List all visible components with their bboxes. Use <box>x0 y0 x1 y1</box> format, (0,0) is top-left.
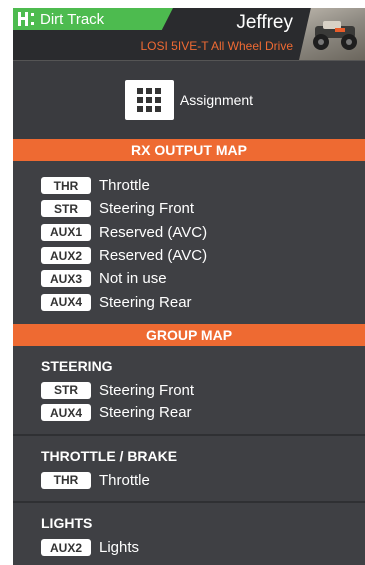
grid-icon <box>124 80 174 120</box>
group-row[interactable]: AUX2 Lights <box>41 536 365 559</box>
rx-output-map-header: RX OUTPUT MAP <box>13 139 365 161</box>
channel-label: Steering Rear <box>99 293 192 311</box>
channel-label: Steering Rear <box>99 404 192 422</box>
rx-output-row[interactable]: AUX4 Steering Rear <box>41 290 365 313</box>
channel-label: Throttle <box>99 471 150 489</box>
rx-output-row[interactable]: STR Steering Front <box>41 197 365 220</box>
rx-output-map-list: THR Throttle STR Steering Front AUX1 Res… <box>13 161 365 324</box>
group-row[interactable]: AUX4 Steering Rear <box>41 401 365 424</box>
channel-tag: AUX4 <box>41 404 91 422</box>
group-throttle-brake: THROTTLE / BRAKE THR Throttle <box>13 436 365 504</box>
channel-tag: THR <box>41 177 91 195</box>
channel-tag: AUX4 <box>41 293 91 311</box>
group-title: STEERING <box>41 357 113 374</box>
track-icon <box>18 12 34 26</box>
group-row[interactable]: STR Steering Front <box>41 379 365 402</box>
channel-tag: AUX2 <box>41 539 91 557</box>
channel-label: Steering Front <box>99 200 195 218</box>
group-map-header: GROUP MAP <box>13 323 365 346</box>
rx-output-row[interactable]: AUX1 Reserved (AVC) <box>41 221 365 244</box>
group-steering: STEERING STR Steering Front AUX4 Steerin… <box>13 346 365 436</box>
rx-output-row[interactable]: AUX2 Reserved (AVC) <box>41 244 365 267</box>
header: Dirt Track Jeffrey LOSI 5IVE-T All Wheel… <box>13 8 365 60</box>
rx-output-row[interactable]: AUX3 Not in use <box>41 267 365 290</box>
model-name[interactable]: LOSI 5IVE-T All Wheel Drive <box>141 39 294 53</box>
app-screen: Dirt Track Jeffrey LOSI 5IVE-T All Wheel… <box>13 8 365 565</box>
channel-label: Lights <box>99 539 140 557</box>
channel-tag: STR <box>41 200 91 218</box>
model-photo[interactable] <box>299 8 365 60</box>
group-title: THROTTLE / BRAKE <box>41 447 178 464</box>
track-label: Dirt Track <box>40 10 105 28</box>
channel-tag: AUX3 <box>41 270 91 288</box>
group-title: LIGHTS <box>41 515 93 532</box>
group-lights: LIGHTS AUX2 Lights <box>13 503 365 565</box>
assignment-button[interactable]: Assignment <box>124 80 254 120</box>
group-row[interactable]: THR Throttle <box>41 469 365 492</box>
channel-label: Reserved (AVC) <box>99 247 208 265</box>
vehicle-icon <box>313 21 357 50</box>
rx-output-row[interactable]: THR Throttle <box>41 174 365 197</box>
track-selector[interactable]: Dirt Track <box>13 8 173 30</box>
channel-label: Throttle <box>99 177 150 195</box>
channel-label: Reserved (AVC) <box>99 223 208 241</box>
assignment-label: Assignment <box>179 92 254 108</box>
channel-label: Steering Front <box>99 381 195 399</box>
channel-tag: AUX2 <box>41 247 91 265</box>
channel-tag: AUX1 <box>41 223 91 241</box>
channel-tag: THR <box>41 471 91 489</box>
assignment-row: Assignment <box>13 60 365 139</box>
user-name[interactable]: Jeffrey <box>236 12 293 34</box>
channel-label: Not in use <box>99 270 167 288</box>
channel-tag: STR <box>41 381 91 399</box>
